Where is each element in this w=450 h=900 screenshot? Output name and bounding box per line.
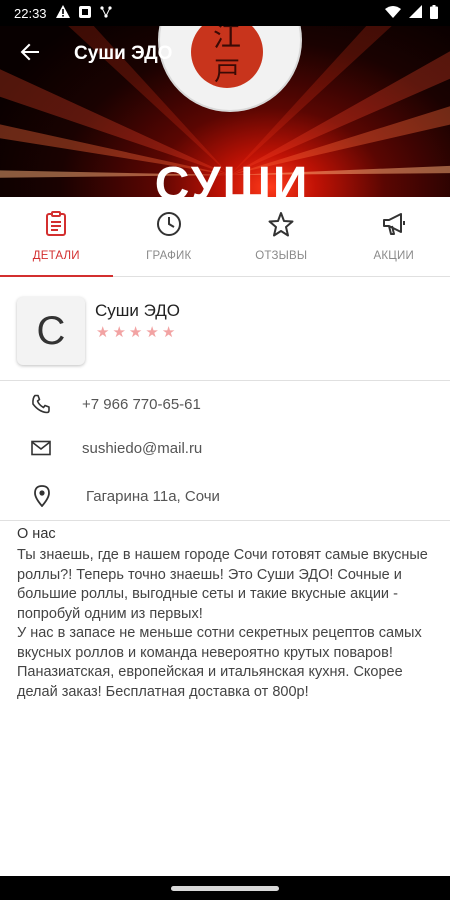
tab-reviews[interactable]: ОТЗЫВЫ [225,197,338,276]
app-bar: Суши ЭДО [0,26,450,82]
venue-name: Суши ЭДО [95,301,181,320]
star-icon: ★ [128,324,143,341]
star-icon: ★ [96,324,110,341]
about-description: Ты знаешь, где в нашем городе Сочи готов… [17,547,428,700]
about-heading: О нас [17,526,56,542]
page-title: Суши ЭДО [74,43,173,64]
tab-label: ОТЗЫВЫ [255,250,308,262]
star-icon: ★ [112,324,126,341]
signal-icon [409,5,422,21]
star-icon: ★ [161,324,176,341]
divider [0,520,450,521]
phone-icon [30,393,52,415]
rating-stars: ★ ★ ★ ★ ★ [96,325,175,340]
mail-icon [30,437,52,459]
tab-label: ДЕТАЛИ [32,250,80,262]
tab-label: ГРАФИК [146,250,192,262]
system-nav-bar [0,876,450,900]
tab-schedule[interactable]: ГРАФИК [113,197,226,276]
tab-label: АКЦИИ [373,250,414,262]
tab-bar: ДЕТАЛИ ГРАФИК ОТЗЫВЫ АКЦИИ [0,197,450,277]
battery-icon [430,4,438,22]
email-row[interactable]: sushiedo@mail.ru [0,426,450,470]
warning-icon [55,5,70,21]
status-bar: 22:33 [0,0,450,26]
notification-square-icon [78,5,91,21]
megaphone-icon [381,211,407,242]
home-gesture-handle[interactable] [171,885,279,891]
phone-row[interactable]: +7 966 770-65-61 [0,382,450,426]
tab-details[interactable]: ДЕТАЛИ [0,197,113,277]
status-time: 22:33 [14,5,47,21]
star-icon: ★ [145,324,159,341]
venue-header: С Суши ЭДО ★ ★ ★ ★ ★ [0,277,450,381]
phone-number: +7 966 770-65-61 [82,395,201,413]
network-icon [99,5,112,21]
arrow-left-icon [20,42,40,67]
location-pin-icon [31,485,53,507]
address-row[interactable]: Гагарина 11а, Сочи [0,474,450,518]
star-outline-icon [268,211,294,242]
clipboard-icon [44,211,68,242]
email-address: sushiedo@mail.ru [82,439,203,457]
avatar: С [17,297,85,365]
tab-promotions[interactable]: АКЦИИ [338,197,450,276]
wifi-icon [385,5,401,21]
address-text: Гагарина 11а, Сочи [86,487,220,505]
back-button[interactable] [0,26,60,82]
clock-icon [156,211,182,242]
hero-logo-text: СУШИ [155,158,310,197]
